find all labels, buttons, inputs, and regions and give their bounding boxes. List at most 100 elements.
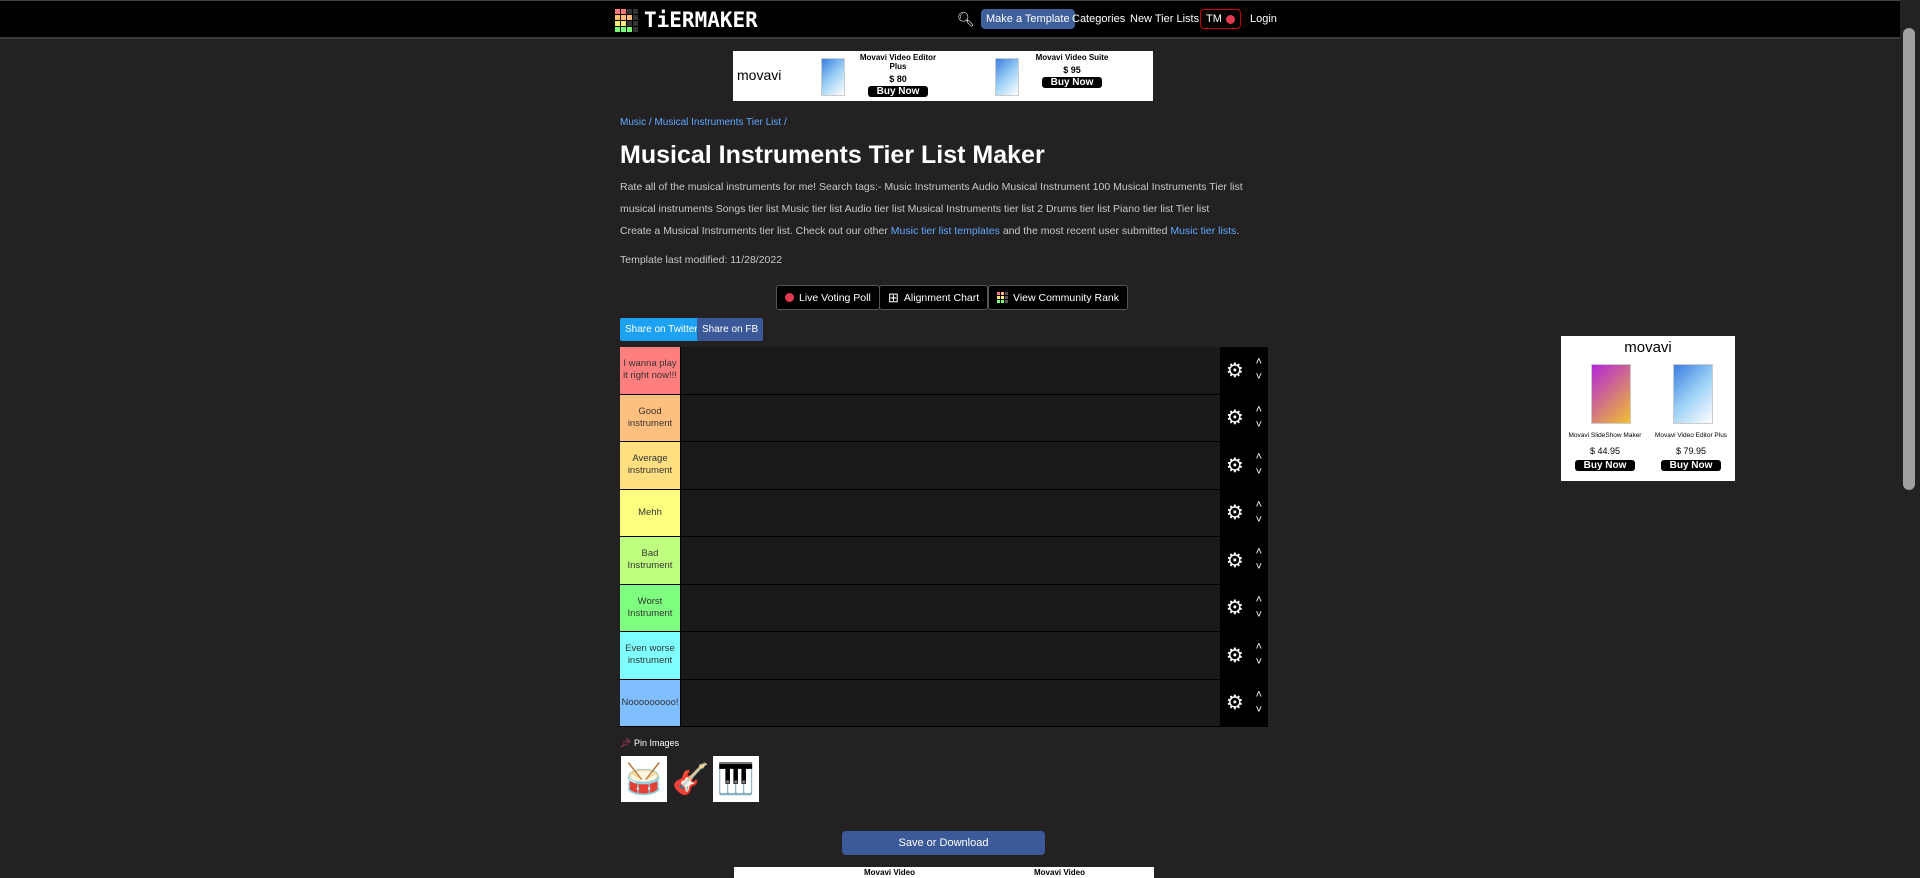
chevron-down-icon[interactable]: ˅ bbox=[1256, 465, 1262, 480]
pin-images-toggle[interactable]: 📌︎ Pin Images bbox=[620, 738, 679, 749]
gear-icon[interactable]: ⚙︎ bbox=[1226, 690, 1244, 715]
music-templates-link[interactable]: Music tier list templates bbox=[891, 225, 1000, 237]
ad-product-price: $ 95 bbox=[1063, 65, 1081, 75]
tier-drop-zone[interactable] bbox=[680, 489, 1220, 536]
ad-product-name: Movavi Video Suite bbox=[1035, 53, 1109, 62]
chevron-up-icon[interactable]: ˄ bbox=[1256, 545, 1262, 560]
music-tier-lists-link[interactable]: Music tier lists bbox=[1170, 225, 1236, 237]
scrollbar[interactable] bbox=[1900, 0, 1920, 878]
tier-row: Average instrument ⚙︎ ˄ ˅ bbox=[620, 442, 1268, 490]
alignment-chart-button[interactable]: ⊞ Alignment Chart bbox=[879, 285, 989, 310]
tier-drop-zone[interactable] bbox=[680, 679, 1220, 726]
chevron-up-icon[interactable]: ˄ bbox=[1256, 450, 1262, 465]
tiermaker-logo[interactable]: TiERMAKER bbox=[615, 8, 758, 32]
login-link[interactable]: Login bbox=[1250, 13, 1277, 25]
gear-icon[interactable]: ⚙︎ bbox=[1226, 643, 1244, 668]
gear-icon[interactable]: ⚙︎ bbox=[1226, 595, 1244, 620]
breadcrumb-sep: / bbox=[781, 117, 787, 128]
ad-product-name: Movavi Video Editor Plus bbox=[859, 53, 937, 71]
nav-new-tier-lists[interactable]: New Tier Lists bbox=[1130, 13, 1199, 25]
tier-drop-zone[interactable] bbox=[680, 632, 1220, 679]
description: Rate all of the musical instruments for … bbox=[620, 181, 1243, 215]
bottom-ad-banner[interactable]: Movavi Video Movavi Video bbox=[734, 867, 1154, 878]
live-voting-poll-button[interactable]: Live Voting Poll bbox=[776, 285, 880, 310]
chevron-up-icon[interactable]: ˄ bbox=[1256, 355, 1262, 370]
tier-label-text: I wanna play it right now!!! bbox=[623, 358, 677, 382]
tier-row: Mehh ⚙︎ ˄ ˅ bbox=[620, 489, 1268, 537]
buy-now-button[interactable]: Buy Now bbox=[1042, 77, 1102, 88]
buy-now-button[interactable]: Buy Now bbox=[1575, 460, 1635, 471]
chevron-down-icon[interactable]: ˅ bbox=[1256, 418, 1262, 433]
chevron-up-icon[interactable]: ˄ bbox=[1256, 688, 1262, 703]
tm-button[interactable]: TM bbox=[1200, 9, 1241, 29]
product-box-image bbox=[995, 58, 1019, 96]
tier-label[interactable]: I wanna play it right now!!! bbox=[620, 347, 680, 394]
tier-label[interactable]: Average instrument bbox=[620, 442, 680, 489]
tier-drop-zone[interactable] bbox=[680, 442, 1220, 489]
breadcrumb-music[interactable]: Music bbox=[620, 117, 646, 128]
tier-controls: ⚙︎ ˄ ˅ bbox=[1220, 632, 1268, 679]
gear-icon[interactable]: ⚙︎ bbox=[1226, 500, 1244, 525]
create-post: . bbox=[1236, 225, 1240, 237]
guitar-image[interactable]: 🎸 bbox=[668, 756, 714, 802]
nav-categories[interactable]: Categories bbox=[1072, 13, 1125, 25]
product-box-image bbox=[1673, 364, 1713, 424]
gear-icon[interactable]: ⚙︎ bbox=[1226, 358, 1244, 383]
tier-label[interactable]: Mehh bbox=[620, 489, 680, 536]
tier-label-text: Average instrument bbox=[627, 453, 673, 477]
tier-drop-zone[interactable] bbox=[680, 347, 1220, 394]
side-ad-banner[interactable]: movavi Movavi SlideShow Maker $ 44.95 Bu… bbox=[1561, 336, 1735, 481]
gear-icon[interactable]: ⚙︎ bbox=[1226, 548, 1244, 573]
record-dot-icon bbox=[785, 293, 794, 302]
ad-product-name: Movavi SlideShow Maker bbox=[1568, 432, 1642, 439]
buy-now-button[interactable]: Buy Now bbox=[1661, 460, 1721, 471]
logo-wordmark: TiERMAKER bbox=[644, 8, 758, 32]
share-fb-button[interactable]: Share on FB bbox=[697, 318, 764, 341]
drums-image[interactable]: 🥁 bbox=[621, 756, 667, 802]
chevron-up-icon[interactable]: ˄ bbox=[1256, 498, 1262, 513]
piano-image[interactable]: 🎹 bbox=[713, 756, 759, 802]
poll-label: Live Voting Poll bbox=[799, 291, 871, 304]
tier-label-text: Bad Instrument bbox=[627, 548, 673, 572]
gear-icon[interactable]: ⚙︎ bbox=[1226, 453, 1244, 478]
create-mid: and the most recent user submitted bbox=[999, 225, 1171, 237]
chevron-down-icon[interactable]: ˅ bbox=[1256, 608, 1262, 623]
tier-label[interactable]: Worst Instrument bbox=[620, 584, 680, 631]
tier-controls: ⚙︎ ˄ ˅ bbox=[1220, 395, 1268, 442]
gear-icon[interactable]: ⚙︎ bbox=[1226, 405, 1244, 430]
buy-now-button[interactable]: Buy Now bbox=[868, 86, 928, 97]
chevron-up-icon[interactable]: ˄ bbox=[1256, 593, 1262, 608]
make-template-button[interactable]: Make a Template bbox=[981, 9, 1075, 29]
chevron-up-icon[interactable]: ˄ bbox=[1256, 640, 1262, 655]
chevron-down-icon[interactable]: ˅ bbox=[1256, 513, 1262, 528]
tier-label-text: Even worse instrument bbox=[625, 643, 675, 667]
movavi-logo: movavi bbox=[737, 67, 782, 83]
tier-label[interactable]: Nooooooooo! bbox=[620, 679, 680, 726]
record-dot-icon bbox=[1225, 14, 1235, 24]
create-pre: Create a Musical Instruments tier list. … bbox=[620, 225, 891, 237]
chevron-down-icon[interactable]: ˅ bbox=[1256, 560, 1262, 575]
view-community-rank-button[interactable]: View Community Rank bbox=[988, 285, 1129, 310]
tier-drop-zone[interactable] bbox=[680, 394, 1220, 441]
save-download-button[interactable]: Save or Download bbox=[842, 831, 1045, 855]
tier-label-text: Mehh bbox=[638, 506, 662, 518]
chevron-down-icon[interactable]: ˅ bbox=[1256, 655, 1262, 670]
tier-drop-zone[interactable] bbox=[680, 537, 1220, 584]
scrollbar-thumb[interactable] bbox=[1903, 28, 1915, 490]
tier-label[interactable]: Bad Instrument bbox=[620, 537, 680, 584]
search-icon[interactable]: 🔍︎ bbox=[957, 11, 975, 28]
tier-row: Bad Instrument ⚙︎ ˄ ˅ bbox=[620, 537, 1268, 585]
tier-drop-zone[interactable] bbox=[680, 584, 1220, 631]
chevron-up-icon[interactable]: ˄ bbox=[1256, 403, 1262, 418]
tier-controls: ⚙︎ ˄ ˅ bbox=[1220, 490, 1268, 537]
tier-controls: ⚙︎ ˄ ˅ bbox=[1220, 537, 1268, 584]
tier-label[interactable]: Good instrument bbox=[620, 394, 680, 441]
share-twitter-button[interactable]: Share on Twitter bbox=[620, 318, 703, 341]
tier-row: Good instrument ⚙︎ ˄ ˅ bbox=[620, 394, 1268, 442]
breadcrumb-list[interactable]: Musical Instruments Tier List bbox=[654, 117, 781, 128]
chevron-down-icon[interactable]: ˅ bbox=[1256, 370, 1262, 385]
top-ad-banner[interactable]: movavi Movavi Video Editor Plus $ 80 Buy… bbox=[733, 51, 1153, 101]
product-box-image bbox=[821, 58, 845, 96]
chevron-down-icon[interactable]: ˅ bbox=[1256, 703, 1262, 718]
tier-label[interactable]: Even worse instrument bbox=[620, 632, 680, 679]
